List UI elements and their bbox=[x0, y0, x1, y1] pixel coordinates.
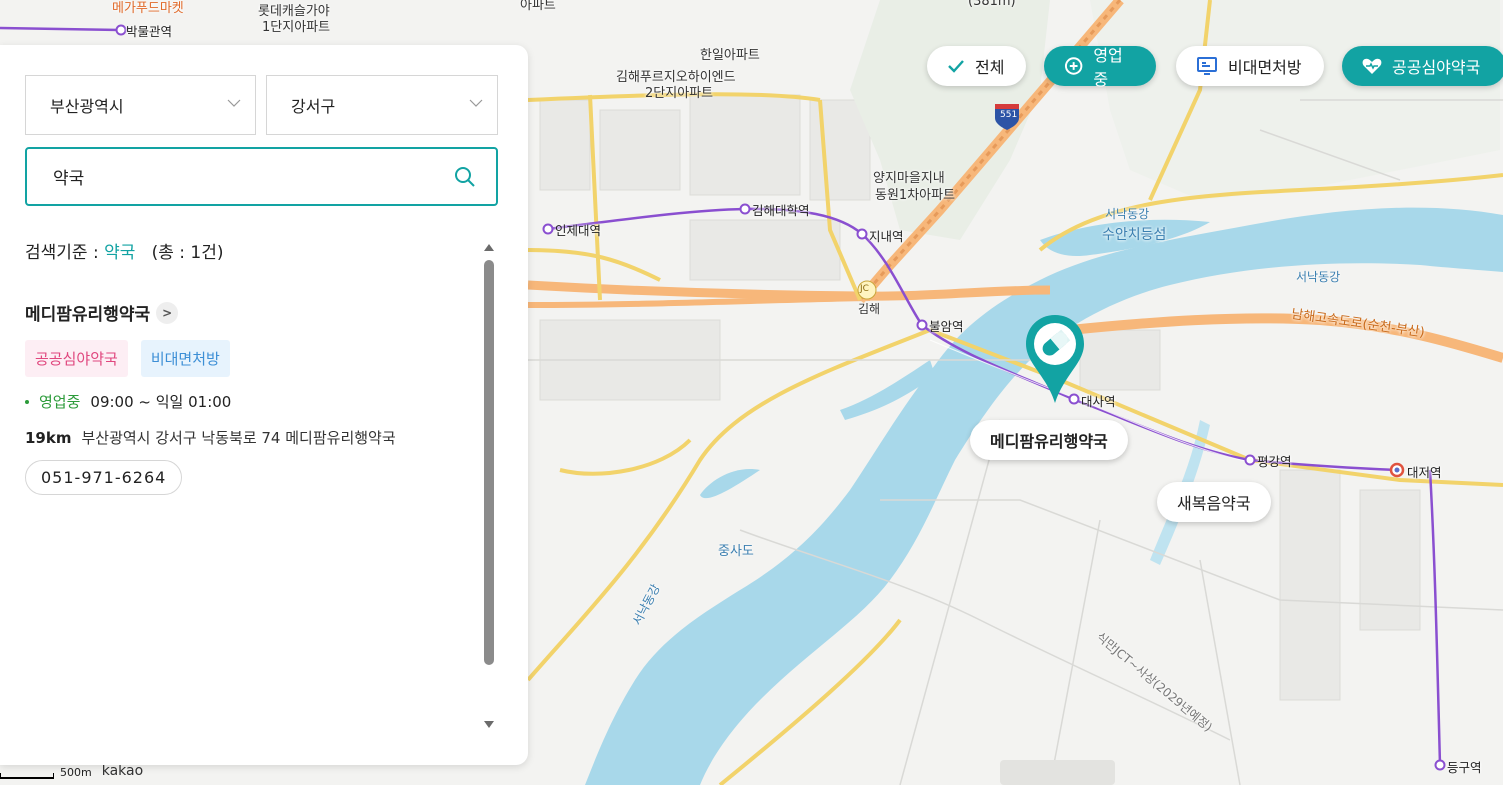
map-place-label: 메가푸드마켓 bbox=[112, 1, 184, 16]
map-pin-label[interactable]: 새복음약국 bbox=[1157, 482, 1271, 522]
map-place-label: 한일아파트 bbox=[700, 48, 760, 63]
criteria-label: 검색기준 : bbox=[25, 243, 99, 263]
search-input[interactable] bbox=[53, 166, 433, 187]
scale-label: 500m bbox=[60, 766, 92, 779]
filter-night-label: 공공심야약국 bbox=[1392, 58, 1481, 77]
chevron-right-icon[interactable]: > bbox=[156, 301, 179, 324]
map-river-label: 서낙동강 bbox=[1105, 207, 1150, 221]
hours-text: 09:00 ~ 익일 01:00 bbox=[90, 393, 232, 411]
scroll-down-icon[interactable] bbox=[483, 720, 495, 730]
result-title[interactable]: 메디팜유리행약국 > bbox=[25, 300, 465, 325]
location-plus-icon bbox=[1064, 57, 1083, 75]
status-dot bbox=[25, 399, 29, 404]
station-label: 등구역 bbox=[1447, 760, 1482, 775]
search-criteria: 검색기준 : 약국 (총 : 1건) bbox=[25, 238, 224, 263]
phone-button[interactable]: 051-971-6264 bbox=[25, 460, 183, 495]
map-pin-label[interactable]: 메디팜유리행약국 bbox=[970, 420, 1128, 460]
result-address-line: 19km 부산광역시 강서구 낙동북로 74 메디팜유리행약국 bbox=[25, 427, 465, 448]
chevron-down-icon bbox=[227, 99, 241, 107]
scroll-thumb[interactable] bbox=[484, 260, 494, 665]
result-item[interactable]: 메디팜유리행약국 > 공공심야약국 비대면처방 영업중 09:00 ~ 익일 0… bbox=[25, 300, 465, 495]
tag-night-pharmacy: 공공심야약국 bbox=[25, 340, 128, 377]
search-icon[interactable] bbox=[454, 166, 476, 188]
monitor-icon bbox=[1197, 57, 1217, 75]
station-label: 평강역 bbox=[1257, 454, 1292, 469]
filter-all-button[interactable]: 전체 bbox=[927, 46, 1026, 86]
station-label: 대저역 bbox=[1407, 465, 1442, 480]
tag-remote-prescription: 비대면처방 bbox=[140, 340, 230, 377]
filter-remote-label: 비대면처방 bbox=[1228, 58, 1302, 77]
station-label: 불암역 bbox=[929, 319, 964, 334]
result-hours: 영업중 09:00 ~ 익일 01:00 bbox=[25, 391, 465, 412]
criteria-total: (총 : 1건) bbox=[151, 243, 224, 263]
station-label: 대사역 bbox=[1081, 394, 1116, 409]
station-label: 인제대역 bbox=[555, 223, 602, 238]
map-place-label: 중사도 bbox=[718, 544, 754, 559]
map-place-label: 아파트 bbox=[520, 0, 556, 13]
route-551-label: 551 bbox=[1000, 110, 1018, 120]
district-select-value: 강서구 bbox=[291, 97, 336, 116]
result-tags: 공공심야약국 비대면처방 bbox=[25, 340, 465, 377]
station-label: 지내역 bbox=[869, 229, 904, 244]
map-river-label: 서낙동강 bbox=[1296, 270, 1341, 284]
chevron-down-icon bbox=[469, 99, 483, 107]
scale-bar bbox=[0, 773, 54, 779]
scroll-up-icon[interactable] bbox=[483, 242, 495, 252]
pharmacy-pin-icon[interactable] bbox=[1024, 313, 1086, 405]
map-jc-label: JC bbox=[860, 284, 869, 294]
search-panel: 부산광역시 강서구 검색기준 : 약국 (총 : 1건) 메디팜유리행약국 > … bbox=[0, 45, 528, 765]
map-place-label: 김해 bbox=[858, 302, 881, 316]
filter-remote-button[interactable]: 비대면처방 bbox=[1176, 46, 1324, 86]
search-box bbox=[25, 147, 498, 206]
station-label: 김해대학역 bbox=[752, 203, 810, 218]
city-select-value: 부산광역시 bbox=[50, 97, 124, 116]
criteria-keyword: 약국 bbox=[104, 243, 136, 263]
map-place-label: 1단지아파트 bbox=[262, 20, 331, 35]
district-select[interactable]: 강서구 bbox=[266, 75, 498, 135]
map-place-label: 2단지아파트 bbox=[645, 86, 714, 101]
station-label: 박물관역 bbox=[126, 24, 173, 39]
filter-night-button[interactable]: 공공심야약국 bbox=[1342, 46, 1503, 86]
city-select[interactable]: 부산광역시 bbox=[25, 75, 256, 135]
status-badge: 영업중 bbox=[39, 393, 81, 411]
map-place-label: 동원1차아파트 bbox=[875, 188, 956, 203]
heart-pulse-icon bbox=[1362, 58, 1382, 74]
filter-open-button[interactable]: 영업중 bbox=[1044, 46, 1156, 89]
map-place-label: (381m) bbox=[968, 0, 1016, 9]
kakao-logo: kakao bbox=[101, 763, 144, 779]
address: 부산광역시 강서구 낙동북로 74 메디팜유리행약국 bbox=[81, 429, 396, 447]
filter-open-label: 영업중 bbox=[1093, 46, 1123, 89]
map-scale: 500m kakao bbox=[0, 763, 143, 779]
result-scrollbar[interactable] bbox=[482, 242, 496, 732]
check-icon bbox=[948, 60, 964, 73]
distance: 19km bbox=[25, 429, 72, 447]
map-place-label: 수안치등섬 bbox=[1102, 227, 1167, 243]
result-name: 메디팜유리행약국 bbox=[25, 305, 151, 325]
filter-all-label: 전체 bbox=[975, 58, 1005, 77]
